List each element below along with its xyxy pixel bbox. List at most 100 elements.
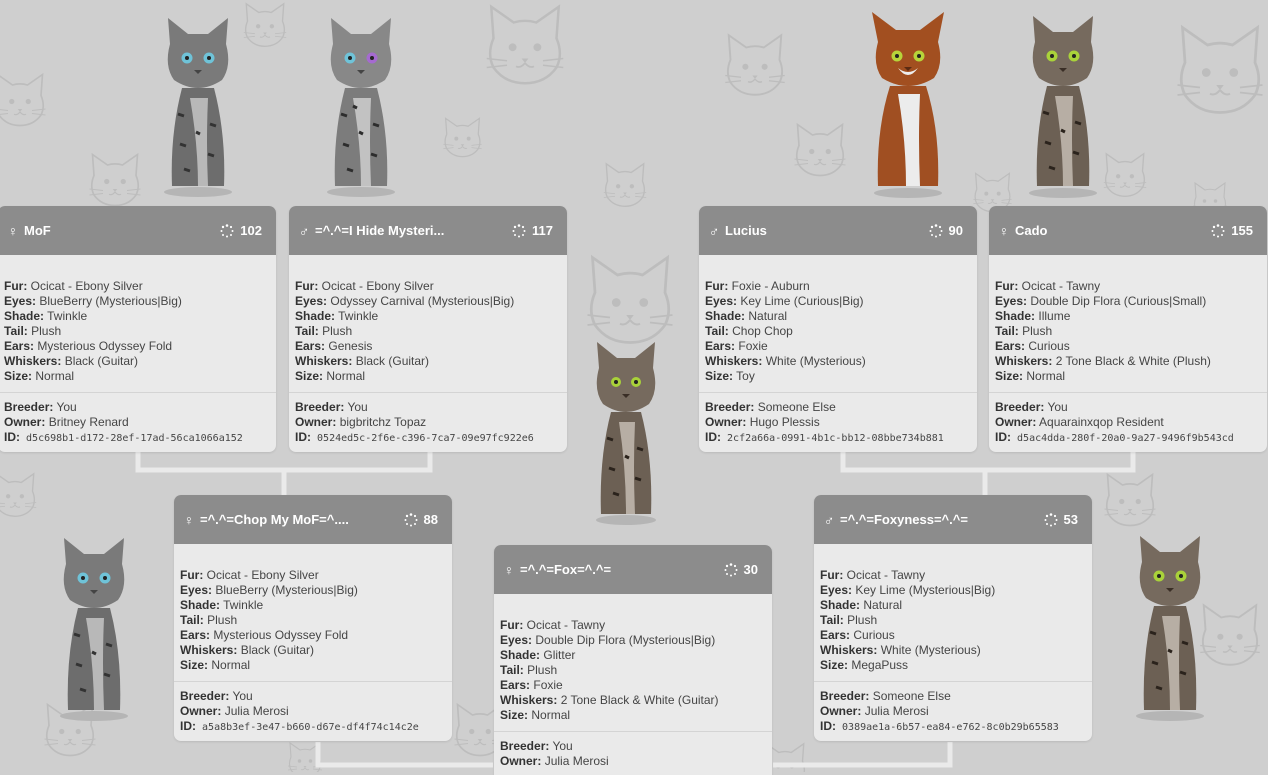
breeder: Breeder: You	[180, 689, 253, 703]
cat-id: ID: d5c698b1-d172-28ef-17ad-56ca1066a152	[4, 430, 243, 444]
trait-fur: Fur: Ocicat - Tawny	[820, 568, 926, 582]
loading-spinner-icon	[512, 223, 526, 237]
trait-ears: Ears: Mysterious Odyssey Fold	[180, 628, 349, 642]
trait-list: Fur: Ocicat - Ebony Silver Eyes: BlueBer…	[0, 255, 276, 392]
score-value: 117	[532, 223, 553, 238]
score-badge: 53	[1044, 512, 1078, 527]
meta-info: Breeder: You Owner: Britney Renard ID: d…	[0, 393, 276, 452]
cat-card-foxyness[interactable]: ♂ =^.^=Foxyness=^.^= 53 Fur: Ocicat - Ta…	[814, 495, 1092, 741]
cat-id: ID: 0389ae1a-6b57-ea84-e762-8c0b29b65583	[820, 719, 1059, 733]
trait-ears: Ears: Mysterious Odyssey Fold	[4, 339, 173, 353]
cat-lucius-image	[872, 12, 944, 198]
trait-whiskers: Whiskers: Black (Guitar)	[4, 354, 139, 368]
trait-whiskers: Whiskers: Black (Guitar)	[295, 354, 430, 368]
trait-whiskers: Whiskers: White (Mysterious)	[820, 643, 981, 657]
breeder: Breeder: You	[995, 400, 1068, 414]
meta-info: Breeder: You Owner: Julia Merosi ID: a5a…	[174, 682, 452, 741]
breeder: Breeder: You	[295, 400, 368, 414]
male-icon: ♂	[298, 222, 310, 239]
trait-list: Fur: Ocicat - Ebony Silver Eyes: Odyssey…	[289, 255, 567, 392]
trait-size: Size: Normal	[295, 369, 366, 383]
female-icon: ♀	[998, 222, 1010, 239]
loading-spinner-icon	[929, 223, 943, 237]
meta-info: Breeder: Someone Else Owner: Hugo Plessi…	[699, 393, 977, 452]
trait-ears: Ears: Curious	[995, 339, 1070, 353]
trait-eyes: Eyes: BlueBerry (Mysterious|Big)	[4, 294, 182, 308]
cat-name[interactable]: =^.^=Chop My MoF=^....	[200, 512, 396, 527]
trait-tail: Tail: Plush	[500, 663, 558, 677]
trait-eyes: Eyes: Double Dip Flora (Mysterious|Big)	[500, 633, 716, 647]
score-badge: 30	[724, 562, 758, 577]
cat-chop-image	[60, 538, 128, 721]
breeder: Breeder: You	[500, 739, 573, 753]
trait-whiskers: Whiskers: White (Mysterious)	[705, 354, 866, 368]
cat-foxyness-image	[1136, 536, 1204, 721]
cat-fox-image	[596, 342, 656, 525]
cat-name[interactable]: =^.^=Fox=^.^=	[520, 562, 716, 577]
owner: Owner: Britney Renard	[4, 415, 129, 429]
trait-shade: Shade: Twinkle	[295, 309, 379, 323]
cat-name[interactable]: Cado	[1015, 223, 1203, 238]
owner: Owner: Hugo Plessis	[705, 415, 820, 429]
cat-cado-image	[1029, 16, 1097, 198]
male-icon: ♂	[708, 222, 720, 239]
cat-name[interactable]: =^.^=I Hide Mysteri...	[315, 223, 504, 238]
cat-card-ihide[interactable]: ♂ =^.^=I Hide Mysteri... 117 Fur: Ocicat…	[289, 206, 567, 452]
score-value: 53	[1063, 512, 1078, 527]
trait-whiskers: Whiskers: 2 Tone Black & White (Plush)	[995, 354, 1211, 368]
trait-ears: Ears: Genesis	[295, 339, 373, 353]
trait-eyes: Eyes: BlueBerry (Mysterious|Big)	[180, 583, 358, 597]
card-header: ♂ =^.^=Foxyness=^.^= 53	[814, 495, 1092, 544]
trait-size: Size: Normal	[995, 369, 1066, 383]
trait-fur: Fur: Ocicat - Ebony Silver	[180, 568, 319, 582]
trait-shade: Shade: Glitter	[500, 648, 576, 662]
score-badge: 155	[1211, 223, 1253, 238]
score-value: 155	[1231, 223, 1253, 238]
female-icon: ♀	[183, 511, 195, 528]
owner: Owner: Aquarainxqop Resident	[995, 415, 1164, 429]
trait-shade: Shade: Twinkle	[180, 598, 264, 612]
card-header: ♂ Lucius 90	[699, 206, 977, 255]
owner: Owner: bigbritchz Topaz	[295, 415, 427, 429]
trait-size: Size: Normal	[500, 708, 571, 722]
meta-info: Breeder: You Owner: bigbritchz Topaz ID:…	[289, 393, 567, 452]
trait-size: Size: Normal	[4, 369, 75, 383]
breeder: Breeder: Someone Else	[820, 689, 951, 703]
score-badge: 102	[220, 223, 262, 238]
cat-card-chop[interactable]: ♀ =^.^=Chop My MoF=^.... 88 Fur: Ocicat …	[174, 495, 452, 741]
cat-id: ID: 2cf2a66a-0991-4b1c-bb12-08bbe734b881	[705, 430, 944, 444]
meta-info: Breeder: You Owner: Aquarainxqop Residen…	[989, 393, 1267, 452]
score-value: 90	[948, 223, 963, 238]
card-header: ♀ =^.^=Fox=^.^= 30	[494, 545, 772, 594]
cat-mof-image	[164, 18, 232, 197]
cat-name[interactable]: =^.^=Foxyness=^.^=	[840, 512, 1036, 527]
score-badge: 90	[929, 223, 963, 238]
trait-tail: Tail: Chop Chop	[705, 324, 793, 338]
breeder: Breeder: You	[4, 400, 77, 414]
trait-list: Fur: Ocicat - Tawny Eyes: Double Dip Flo…	[494, 594, 772, 731]
trait-fur: Fur: Ocicat - Tawny	[995, 279, 1101, 293]
cat-name[interactable]: MoF	[24, 223, 212, 238]
breeder: Breeder: Someone Else	[705, 400, 836, 414]
cat-card-lucius[interactable]: ♂ Lucius 90 Fur: Foxie - Auburn Eyes: Ke…	[699, 206, 977, 452]
trait-shade: Shade: Natural	[820, 598, 903, 612]
trait-list: Fur: Ocicat - Ebony Silver Eyes: BlueBer…	[174, 544, 452, 681]
cat-card-cado[interactable]: ♀ Cado 155 Fur: Ocicat - Tawny Eyes: Dou…	[989, 206, 1267, 452]
trait-fur: Fur: Ocicat - Tawny	[500, 618, 606, 632]
cat-ihide-image	[327, 18, 395, 197]
trait-ears: Ears: Foxie	[705, 339, 768, 353]
cat-name[interactable]: Lucius	[725, 223, 921, 238]
trait-shade: Shade: Illume	[995, 309, 1071, 323]
cat-card-fox[interactable]: ♀ =^.^=Fox=^.^= 30 Fur: Ocicat - Tawny E…	[494, 545, 772, 775]
trait-ears: Ears: Curious	[820, 628, 895, 642]
trait-size: Size: MegaPuss	[820, 658, 909, 672]
trait-eyes: Eyes: Key Lime (Mysterious|Big)	[820, 583, 996, 597]
trait-whiskers: Whiskers: 2 Tone Black & White (Guitar)	[500, 693, 719, 707]
trait-size: Size: Normal	[180, 658, 251, 672]
cat-card-mof[interactable]: ♀ MoF 102 Fur: Ocicat - Ebony Silver Eye…	[0, 206, 276, 452]
trait-tail: Tail: Plush	[995, 324, 1053, 338]
trait-ears: Ears: Foxie	[500, 678, 563, 692]
cat-id: ID: d5ac4dda-280f-20a0-9a27-9496f9b543cd	[995, 430, 1234, 444]
owner: Owner: Julia Merosi	[500, 754, 609, 768]
card-header: ♀ MoF 102	[0, 206, 276, 255]
